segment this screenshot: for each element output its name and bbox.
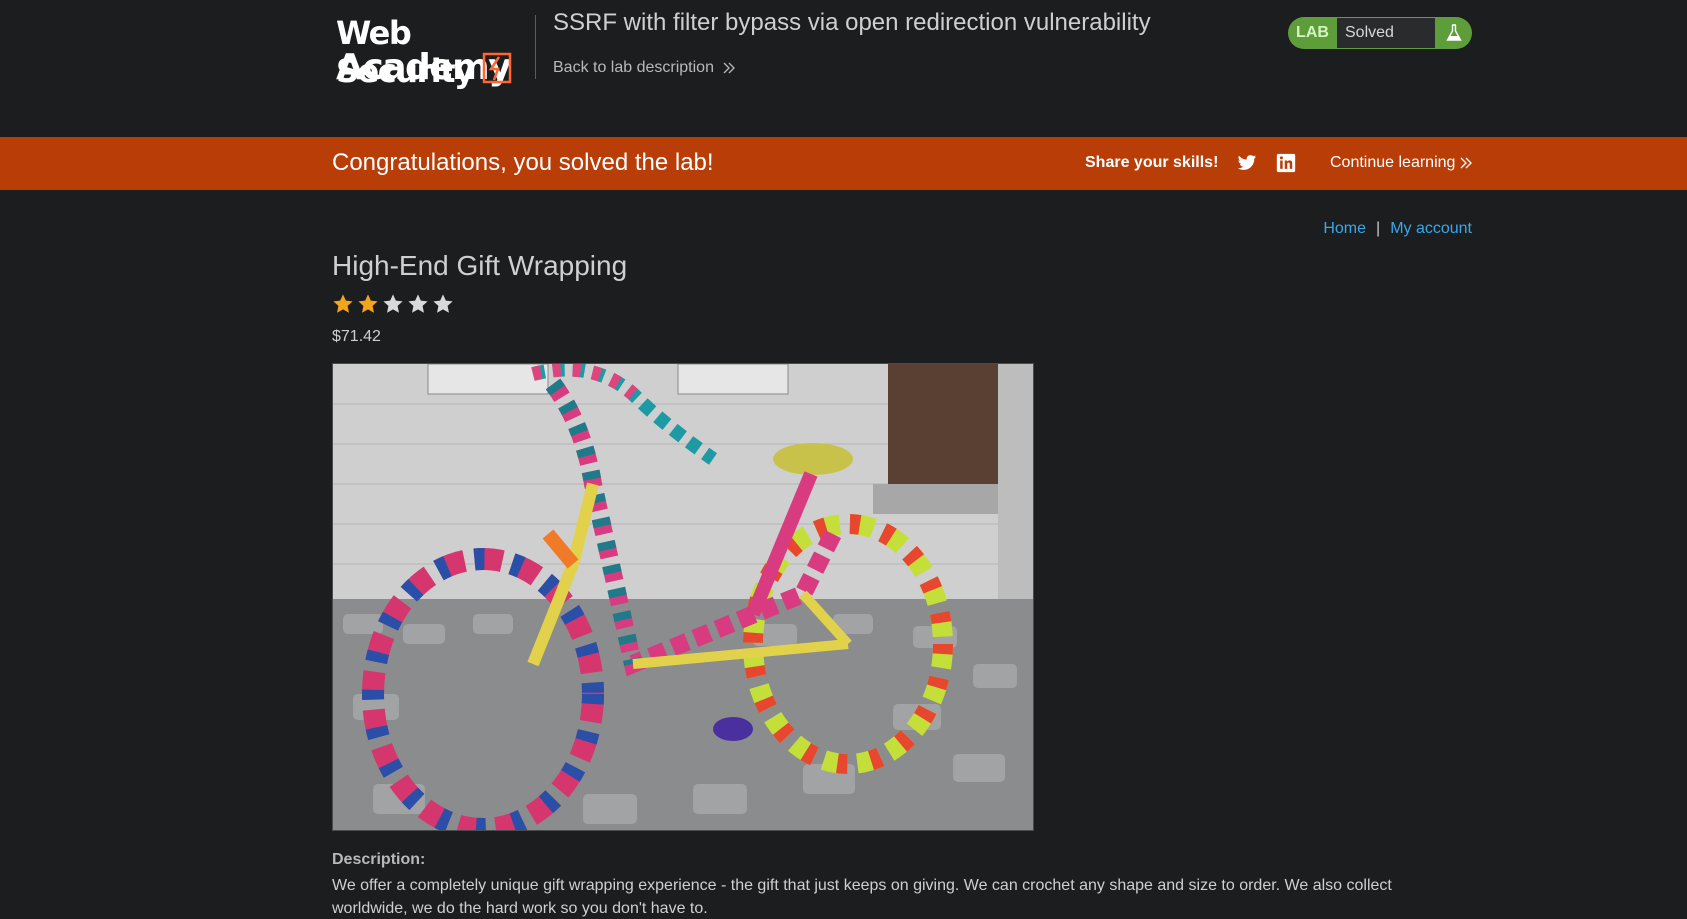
linkedin-icon[interactable] bbox=[1276, 153, 1296, 173]
back-link-label: Back to lab description bbox=[553, 59, 714, 76]
continue-learning-label: Continue learning bbox=[1330, 154, 1456, 171]
product-description: We offer a completely unique gift wrappi… bbox=[332, 877, 1392, 917]
product-image bbox=[332, 363, 1034, 831]
star-rating bbox=[332, 293, 454, 315]
page: Web Security Academy SSRF with filter by… bbox=[0, 0, 1687, 919]
lab-status-widget: LAB Solved bbox=[1288, 17, 1472, 49]
star-icon bbox=[383, 294, 403, 313]
twitter-icon[interactable] bbox=[1237, 153, 1257, 173]
nav-separator: | bbox=[1376, 220, 1381, 237]
product-title: High-End Gift Wrapping bbox=[332, 250, 628, 281]
description-label: Description: bbox=[332, 851, 426, 868]
header: Web Security Academy SSRF with filter by… bbox=[0, 0, 1687, 137]
lightning-logo-icon bbox=[482, 52, 512, 84]
share-label: Share your skills! bbox=[1085, 154, 1219, 171]
lab-badge: LAB bbox=[1288, 17, 1337, 49]
crochet-bicycle-image bbox=[333, 364, 1033, 830]
star-icon bbox=[433, 294, 453, 313]
lab-status-text: Solved bbox=[1337, 17, 1435, 49]
home-link[interactable]: Home bbox=[1323, 220, 1366, 238]
star-icon bbox=[333, 294, 353, 313]
back-to-lab-description-link[interactable]: Back to lab description bbox=[553, 59, 736, 77]
star-icon bbox=[408, 294, 428, 313]
header-divider bbox=[535, 15, 536, 79]
chevron-double-right-icon bbox=[723, 62, 735, 74]
product-price: $71.42 bbox=[332, 328, 381, 345]
flask-icon bbox=[1435, 17, 1472, 49]
star-icon bbox=[358, 294, 378, 313]
my-account-link[interactable]: My account bbox=[1390, 220, 1472, 238]
lab-title: SSRF with filter bypass via open redirec… bbox=[553, 9, 1151, 36]
web-security-academy-logo[interactable]: Web Security Academy bbox=[334, 14, 534, 90]
solved-banner: Congratulations, you solved the lab! Sha… bbox=[0, 137, 1687, 190]
chevron-double-right-icon bbox=[1460, 157, 1473, 169]
congratulations-message: Congratulations, you solved the lab! bbox=[332, 149, 714, 176]
account-nav: Home | My account bbox=[1323, 220, 1472, 238]
continue-learning-link[interactable]: Continue learning bbox=[1330, 154, 1473, 172]
